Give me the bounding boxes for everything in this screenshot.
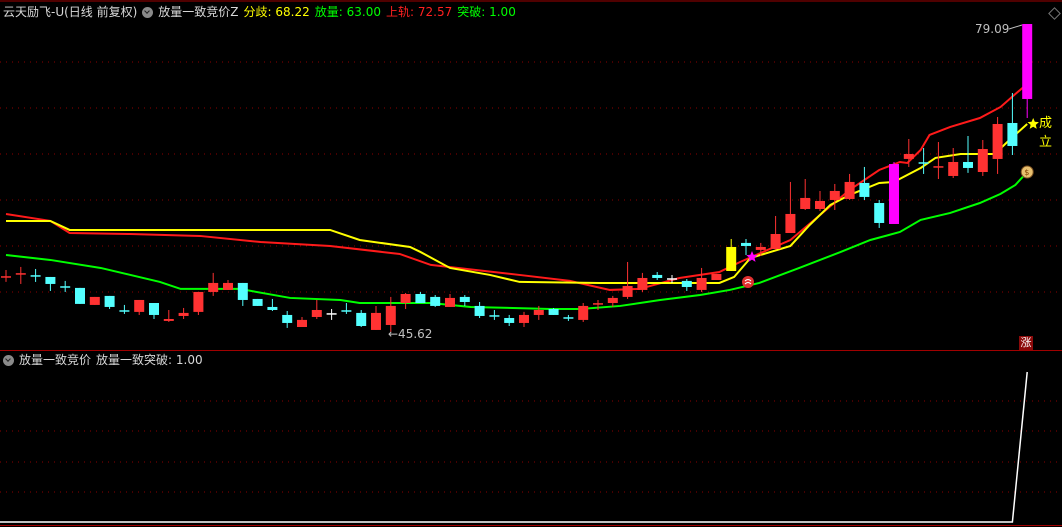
candle-body xyxy=(770,234,781,250)
candle-body xyxy=(445,297,455,307)
chevron-down-icon[interactable] xyxy=(3,354,14,366)
candle-body xyxy=(741,242,751,246)
candle-body xyxy=(637,277,648,290)
money-bag-symbol: $ xyxy=(1024,168,1029,177)
candle-body xyxy=(578,305,589,320)
candle-body xyxy=(977,149,988,173)
candle-body xyxy=(533,309,544,315)
indicator-name[interactable]: 放量一致竞价Z xyxy=(158,4,238,20)
candle-body xyxy=(548,308,559,315)
fenqi-value: 68.22 xyxy=(275,5,310,19)
fangliang-label: 放量: xyxy=(314,5,343,19)
sub-panel-header: 放量一致竞价 放量一致突破: 1.00 xyxy=(3,352,203,368)
candle-body xyxy=(963,161,973,168)
zhang-badge[interactable]: 涨 xyxy=(1019,336,1033,350)
candle-body xyxy=(800,197,811,209)
candle-body xyxy=(193,291,204,312)
candle-body xyxy=(711,273,722,280)
candle-body xyxy=(815,200,825,209)
candle-body xyxy=(178,312,189,316)
candle-body xyxy=(874,203,885,223)
candle-body xyxy=(415,293,426,303)
fenqi-label: 分歧: xyxy=(243,5,272,19)
signal-chengli-label: 成立 xyxy=(1039,116,1053,150)
candle-body xyxy=(430,296,441,306)
sub-series-label: 放量一致突破: xyxy=(96,353,173,367)
candle-body xyxy=(726,246,737,271)
line-fenqi xyxy=(6,123,1028,284)
candle-body xyxy=(504,317,515,323)
candle-body xyxy=(903,153,914,159)
candle-body xyxy=(134,299,145,312)
candle-body xyxy=(859,182,870,197)
candle-body xyxy=(992,123,1003,159)
high-arrow xyxy=(1008,24,1023,30)
candle-body xyxy=(75,287,85,304)
candle-body xyxy=(267,306,278,310)
sub-series-line xyxy=(0,371,1028,523)
fangliang-value: 63.00 xyxy=(346,5,381,19)
candle-body xyxy=(371,312,381,330)
candle-body xyxy=(829,190,840,200)
kline-chart[interactable]: $ xyxy=(0,0,1062,527)
candle-body xyxy=(104,295,115,307)
candle-body xyxy=(1022,24,1033,99)
candle-body xyxy=(223,282,233,290)
chevron-down-icon[interactable] xyxy=(142,6,154,18)
line-lower xyxy=(5,171,1028,310)
candle-body xyxy=(400,293,411,303)
candle-body xyxy=(252,298,263,306)
candle-body xyxy=(163,319,174,321)
low-price-label: ←45.62 xyxy=(388,327,433,341)
candle-body xyxy=(519,314,529,323)
candle-body xyxy=(844,181,855,199)
candle-body xyxy=(297,319,307,328)
candle-body xyxy=(474,305,485,316)
sub-indicator-name[interactable]: 放量一致竞价 xyxy=(19,352,91,368)
candle-body xyxy=(681,280,692,287)
candle-body xyxy=(785,213,796,233)
candle-body xyxy=(696,277,707,290)
candle-body xyxy=(282,314,293,323)
main-panel-header: 云天励飞-U(日线 前复权) 放量一致竞价Z 分歧: 68.22 放量: 63.… xyxy=(3,4,516,20)
star-icon xyxy=(1027,117,1039,129)
shanggui-label: 上轨: xyxy=(386,5,415,19)
candle-body xyxy=(652,274,663,278)
candle-body xyxy=(311,309,322,317)
candle-body xyxy=(889,164,899,224)
high-price-label: 79.09 xyxy=(975,22,1010,36)
candle-body xyxy=(45,276,56,284)
candle-body xyxy=(755,246,766,250)
tupo-label: 突破: xyxy=(457,5,486,19)
candle-body xyxy=(237,282,248,300)
candle-body xyxy=(1007,122,1018,146)
stock-title: 云天励飞-U(日线 前复权) xyxy=(3,5,138,19)
candle-body xyxy=(356,312,367,326)
candle-body xyxy=(89,296,100,305)
line-upper xyxy=(5,83,1028,291)
shanggui-value: 72.57 xyxy=(417,5,453,19)
tupo-value: 1.00 xyxy=(489,5,516,19)
candle-body xyxy=(208,282,219,292)
candle-body xyxy=(607,297,618,303)
candle-body xyxy=(385,305,396,325)
candle-body xyxy=(149,302,159,315)
sub-series-value: 1.00 xyxy=(175,353,203,367)
candle-body xyxy=(948,161,959,176)
candle-body xyxy=(622,285,633,297)
candle-body xyxy=(459,296,470,302)
